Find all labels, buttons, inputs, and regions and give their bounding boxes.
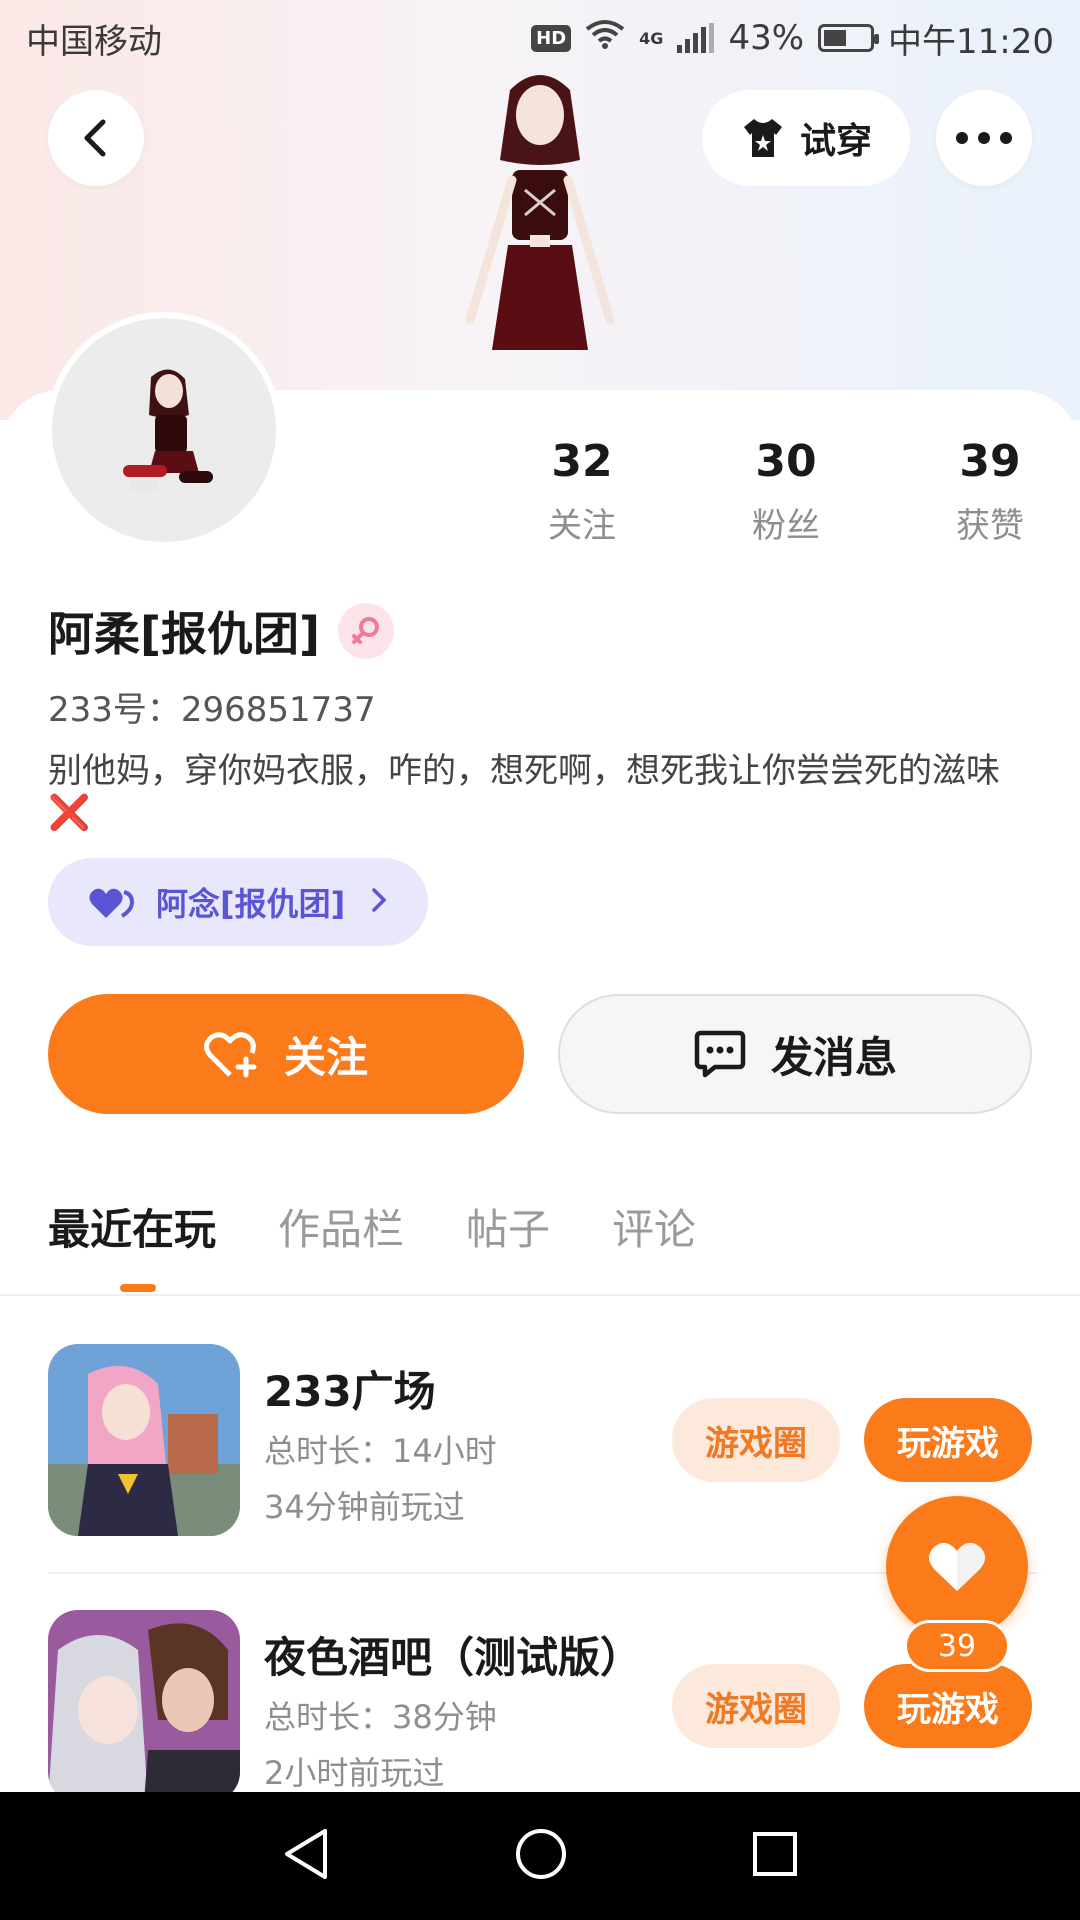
system-navigation-bar	[0, 1792, 1080, 1920]
cross-mark-icon: ❌	[48, 793, 91, 833]
signal-icon	[677, 23, 715, 53]
game-icon	[48, 1344, 240, 1536]
game-title: 233广场	[264, 1367, 436, 1416]
game-title: 夜色酒吧（测试版）	[264, 1633, 643, 1682]
message-label: 发消息	[770, 1032, 897, 1082]
game-last-played: 2小时前玩过	[264, 1754, 445, 1792]
heart-icon	[929, 1542, 985, 1591]
tabs-divider	[0, 1294, 1080, 1296]
relation-name: 阿念[报仇团]	[156, 885, 346, 923]
avatar-full-body-image	[465, 75, 615, 350]
tshirt-icon	[743, 119, 782, 157]
tab-comments[interactable]: 评论	[612, 1196, 696, 1257]
game-last-played: 34分钟前玩过	[264, 1488, 465, 1526]
stat-likes[interactable]: 39 获赞	[888, 432, 1080, 547]
game-duration: 总时长：38分钟	[264, 1698, 497, 1736]
avatar-image	[123, 369, 213, 491]
play-game-button[interactable]: 玩游戏	[864, 1398, 1032, 1482]
user-bio: 别他妈，穿你妈衣服，咋的，想死啊，想死我让你尝尝死的滋味❌	[48, 750, 1038, 834]
user-name: 阿柔[报仇团]	[48, 607, 321, 661]
hd-badge: HD	[531, 24, 572, 52]
chat-bubble-icon	[694, 1030, 746, 1078]
clock: 中午11:20	[888, 21, 1054, 62]
stat-following[interactable]: 32 关注	[480, 432, 684, 547]
tab-posts[interactable]: 帖子	[466, 1196, 550, 1257]
play-game-button[interactable]: 玩游戏	[864, 1664, 1032, 1748]
carrier-label: 中国移动	[26, 21, 162, 62]
game-list-item[interactable]: 夜色酒吧（测试版） 总时长：38分钟 2小时前玩过 游戏圈 玩游戏	[48, 1610, 1038, 1806]
nav-recents-icon[interactable]	[751, 1830, 799, 1882]
tab-recent-played[interactable]: 最近在玩	[48, 1196, 216, 1257]
wifi-icon	[585, 18, 625, 58]
stat-value: 39	[959, 436, 1021, 487]
user-id: 233号：296851737	[48, 690, 376, 730]
hearts-icon	[89, 888, 135, 918]
battery-percent: 43%	[728, 18, 805, 58]
game-list-item[interactable]: 233广场 总时长：14小时 34分钟前玩过 游戏圈 玩游戏	[48, 1344, 1038, 1540]
game-circle-button[interactable]: 游戏圈	[672, 1664, 840, 1748]
try-on-label: 试穿	[799, 121, 872, 162]
stat-followers[interactable]: 30 粉丝	[684, 432, 888, 547]
heart-plus-icon	[203, 1032, 257, 1078]
more-button[interactable]	[936, 90, 1032, 186]
follow-button[interactable]: 关注	[48, 994, 524, 1114]
stat-value: 30	[755, 436, 817, 487]
back-button[interactable]	[48, 90, 144, 186]
like-count-badge: 39	[904, 1620, 1010, 1672]
battery-icon	[818, 24, 880, 52]
profile-tabs: 最近在玩 作品栏 帖子 评论	[48, 1196, 696, 1257]
status-bar: 中国移动 HD 4G 43% 中午11:20	[0, 0, 1080, 76]
game-duration: 总时长：14小时	[264, 1432, 497, 1470]
relation-chip[interactable]: 阿念[报仇团]	[48, 858, 428, 946]
tab-works[interactable]: 作品栏	[278, 1196, 404, 1257]
game-circle-button[interactable]: 游戏圈	[672, 1398, 840, 1482]
network-type: 4G	[639, 28, 664, 48]
like-profile-button[interactable]	[886, 1496, 1028, 1638]
stat-label: 获赞	[956, 506, 1024, 546]
status-indicators: HD 4G 43% 中午11:20	[531, 14, 1054, 63]
stat-label: 关注	[548, 506, 616, 546]
try-on-button[interactable]: 试穿	[702, 90, 910, 186]
name-row: 阿柔[报仇团]	[48, 598, 395, 664]
bio-text: 别他妈，穿你妈衣服，咋的，想死啊，想死我让你尝尝死的滋味	[48, 751, 1000, 791]
avatar[interactable]	[46, 312, 282, 548]
game-icon	[48, 1610, 240, 1802]
chevron-right-icon	[371, 882, 387, 922]
stat-label: 粉丝	[752, 506, 820, 546]
profile-stats: 32 关注 30 粉丝 39 获赞	[480, 432, 1080, 547]
follow-label: 关注	[283, 1032, 368, 1082]
send-message-button[interactable]: 发消息	[558, 994, 1032, 1114]
stat-value: 32	[551, 436, 613, 487]
nav-home-icon[interactable]	[514, 1827, 568, 1885]
more-dots-icon	[956, 132, 1012, 144]
active-tab-indicator	[120, 1284, 156, 1292]
nav-back-icon[interactable]	[281, 1827, 331, 1885]
chevron-left-icon	[84, 119, 106, 157]
female-icon	[338, 603, 395, 659]
